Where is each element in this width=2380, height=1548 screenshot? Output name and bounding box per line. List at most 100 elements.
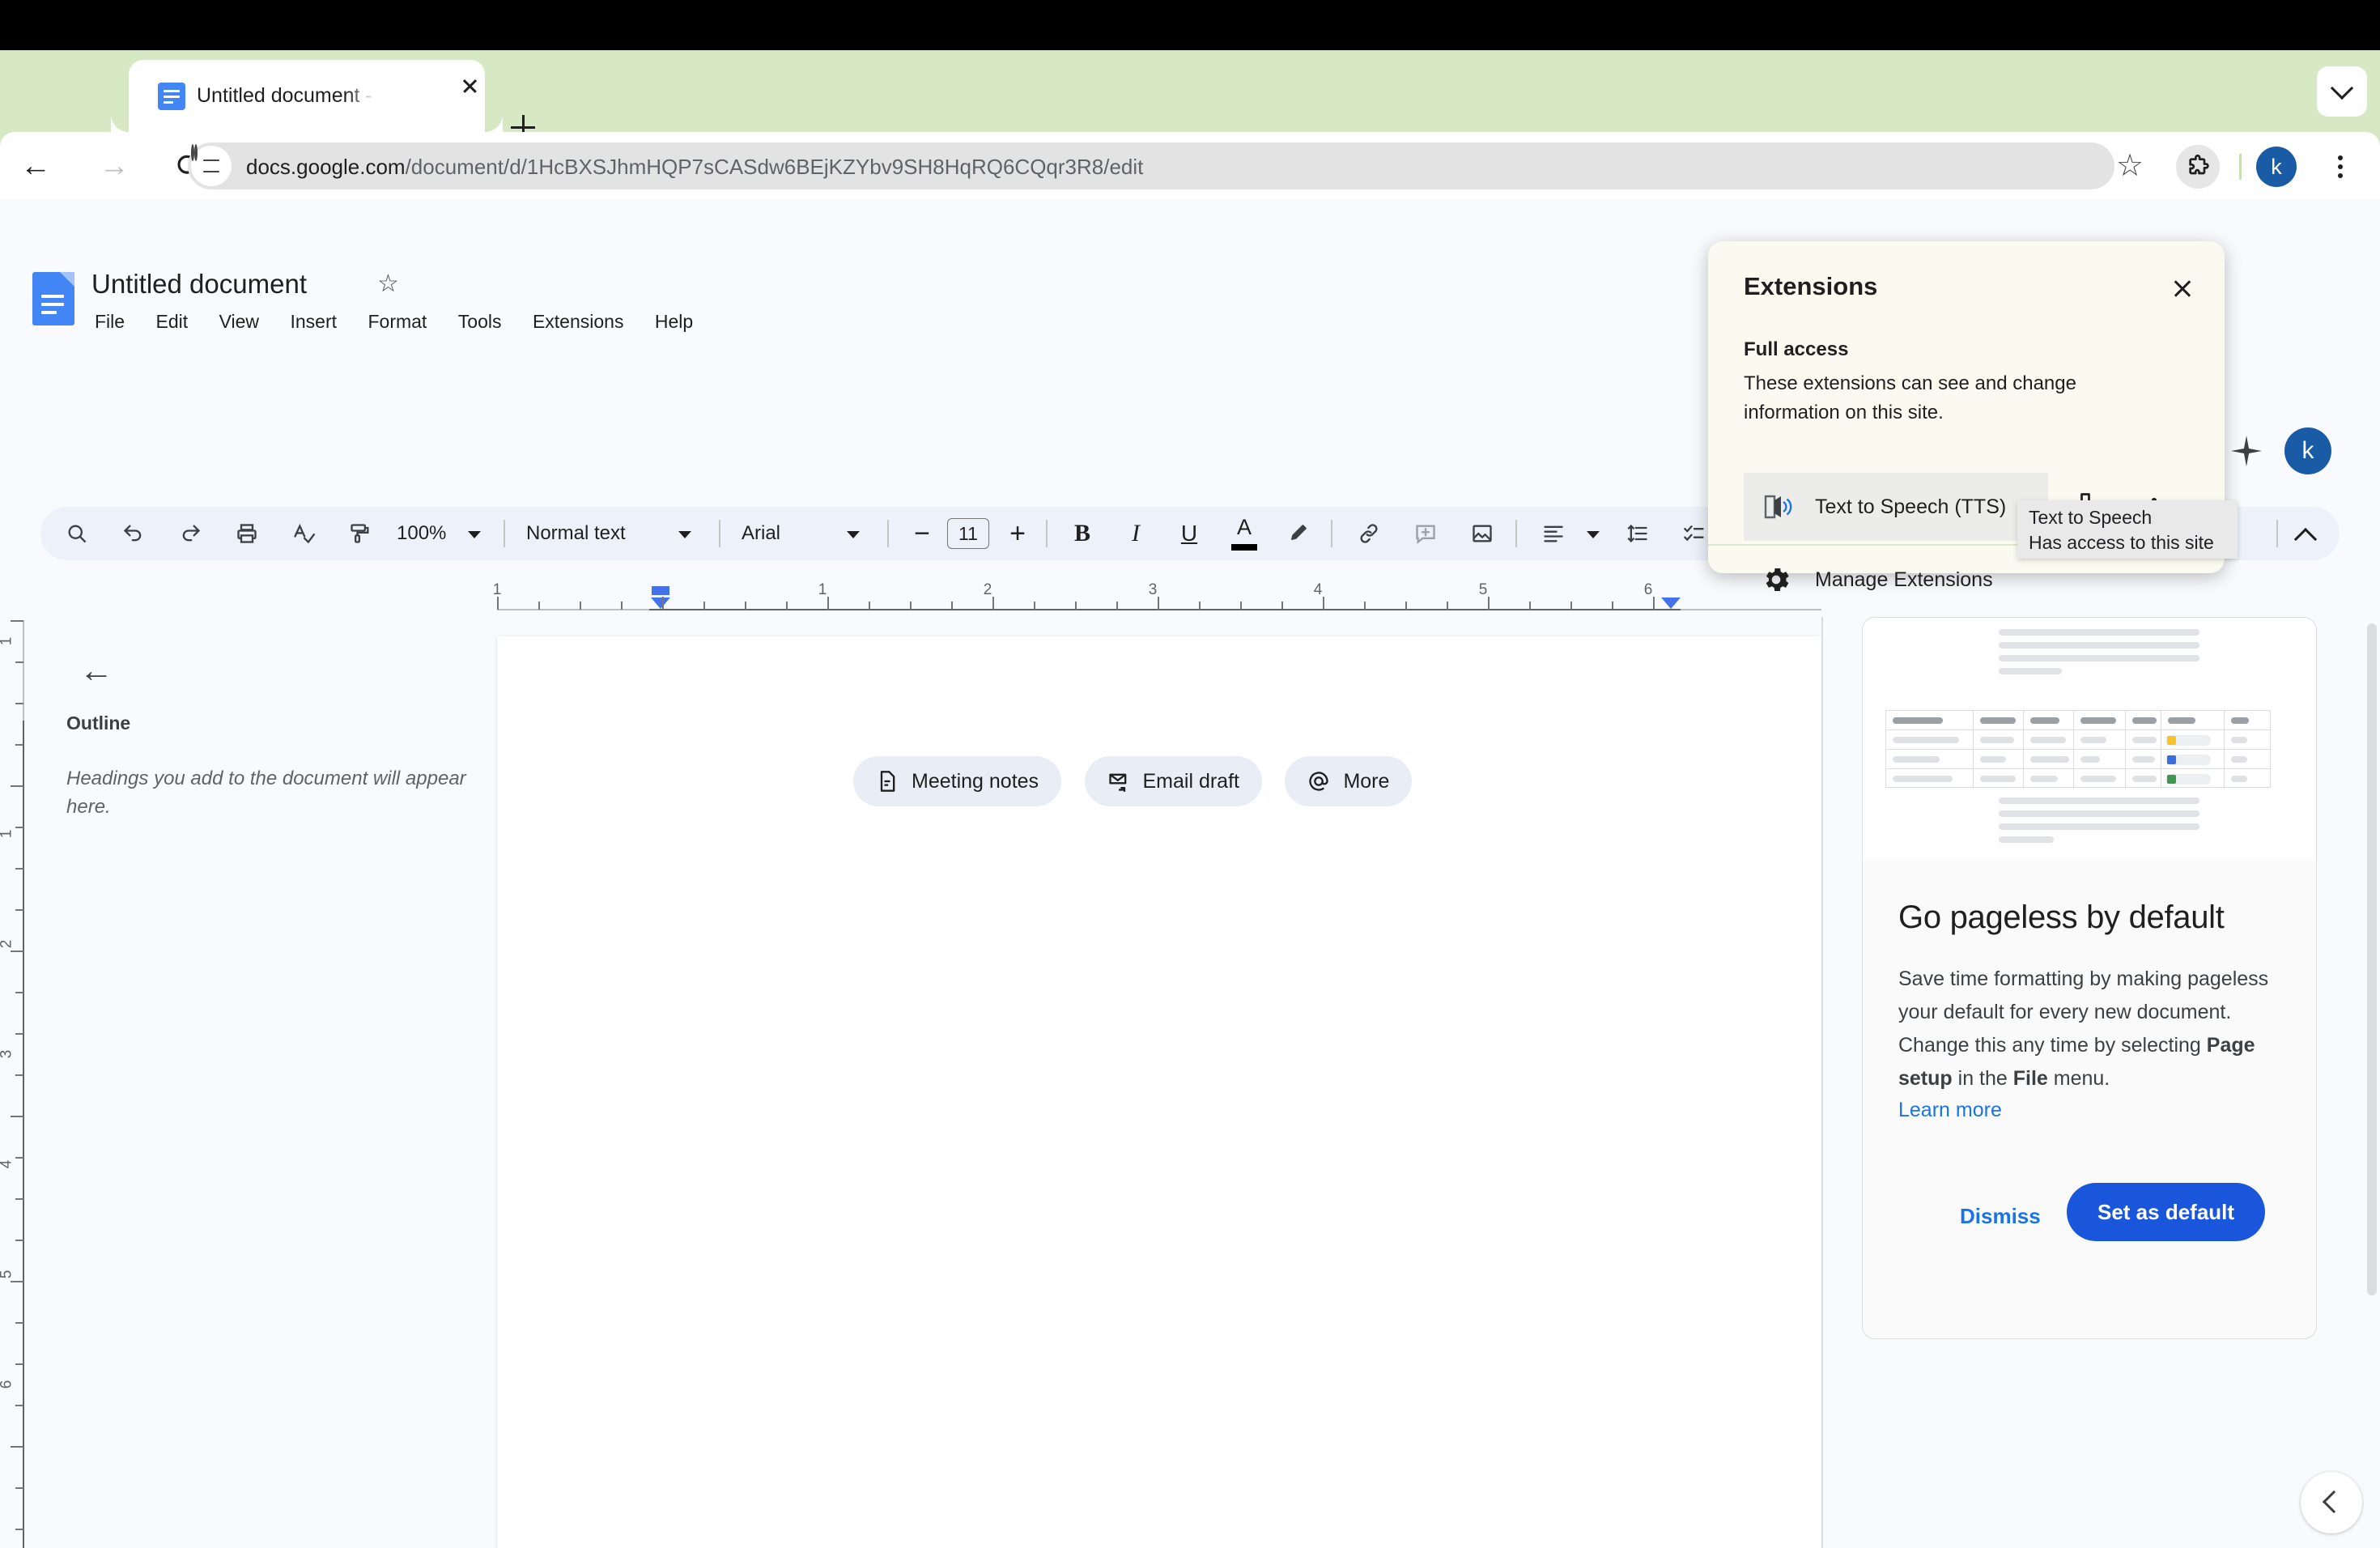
add-comment-icon[interactable] xyxy=(1404,512,1447,555)
divider xyxy=(1821,617,1823,1548)
font-family-value[interactable]: Arial xyxy=(742,512,780,555)
profile-avatar[interactable]: k xyxy=(2256,147,2297,187)
window-restore-button[interactable] xyxy=(2317,66,2367,117)
link-icon[interactable] xyxy=(1347,512,1391,555)
ruler-tick xyxy=(15,992,23,993)
menu-item-edit[interactable]: Edit xyxy=(142,307,202,336)
bold-button[interactable]: B xyxy=(1064,512,1101,555)
site-info-icon[interactable] xyxy=(191,144,232,186)
url-host: docs.google.com xyxy=(246,155,406,179)
left-indent-top-marker[interactable] xyxy=(652,586,669,595)
spellcheck-icon[interactable] xyxy=(282,512,325,555)
search-icon[interactable] xyxy=(55,512,99,555)
left-indent-marker[interactable] xyxy=(651,598,670,609)
forward-button[interactable]: → xyxy=(99,148,134,184)
promo-desc-part2: in the xyxy=(1952,1067,2013,1090)
document-scrollbar-track[interactable] xyxy=(2364,617,2380,1548)
font-size-decrease-button[interactable]: − xyxy=(903,512,941,555)
menu-item-tools[interactable]: Tools xyxy=(444,307,516,336)
chevron-left-icon xyxy=(2322,1490,2346,1514)
at-sign-icon xyxy=(1309,772,1329,791)
ruler-tick xyxy=(11,1281,23,1282)
panel-collapse-button[interactable] xyxy=(2301,1472,2362,1533)
learn-more-link[interactable]: Learn more xyxy=(1898,1099,2002,1122)
highlighter-icon[interactable] xyxy=(1276,512,1320,555)
arrow-left-icon: ← xyxy=(20,149,51,183)
align-chevron-down-icon[interactable] xyxy=(1587,531,1600,538)
font-size-increase-button[interactable]: + xyxy=(999,512,1036,555)
menu-item-view[interactable]: View xyxy=(206,307,273,336)
ruler-tick xyxy=(1116,602,1118,610)
print-icon[interactable] xyxy=(225,512,269,555)
paint-format-icon[interactable] xyxy=(338,512,382,555)
ruler-tick xyxy=(15,661,23,663)
extensions-puzzle-icon[interactable] xyxy=(2176,145,2220,189)
arrow-right-icon: → xyxy=(99,149,130,183)
line-spacing-icon[interactable] xyxy=(1616,512,1660,555)
paragraph-style-value[interactable]: Normal text xyxy=(526,512,626,555)
document-canvas[interactable]: Meeting notes Email draft More xyxy=(497,636,1821,1548)
docs-account-avatar[interactable]: k xyxy=(2284,427,2331,474)
ruler-number: 1 xyxy=(818,581,827,598)
underline-button[interactable]: U xyxy=(1171,512,1208,555)
gemini-spark-icon[interactable] xyxy=(2225,429,2268,473)
ruler-tick xyxy=(951,602,953,610)
chip-meeting-notes[interactable]: Meeting notes xyxy=(853,756,1062,806)
browser-tab[interactable]: Untitled document - Google D xyxy=(129,60,503,132)
chip-email-draft[interactable]: Email draft xyxy=(1084,756,1262,806)
right-indent-marker[interactable] xyxy=(1661,598,1681,609)
extension-tooltip: Text to Speech Has access to this site xyxy=(2017,500,2238,559)
menu-item-extensions[interactable]: Extensions xyxy=(519,307,638,336)
ruler-tick xyxy=(15,1240,23,1241)
menu-item-help[interactable]: Help xyxy=(641,307,707,336)
arrow-left-icon: ← xyxy=(79,651,113,689)
menu-item-insert[interactable]: Insert xyxy=(277,307,351,336)
ruler-tick xyxy=(662,597,664,610)
font-chevron-down-icon[interactable] xyxy=(847,531,860,538)
document-scrollbar-thumb[interactable] xyxy=(2367,623,2377,1295)
zoom-level-value[interactable]: 100% xyxy=(397,512,446,555)
star-document-icon[interactable]: ☆ xyxy=(377,270,406,299)
insert-image-icon[interactable] xyxy=(1460,512,1504,555)
outline-back-button[interactable]: ← xyxy=(79,649,121,691)
set-as-default-button[interactable]: Set as default xyxy=(2067,1183,2266,1241)
pageless-promo-card: Go pageless by default Save time formatt… xyxy=(1862,617,2317,1339)
ruler-tick xyxy=(15,827,23,828)
menu-item-file[interactable]: File xyxy=(95,307,138,336)
vertical-ruler[interactable]: 1 1 2 3 4 5 6 xyxy=(0,617,31,1548)
bookmark-star-icon[interactable]: ☆ xyxy=(2116,149,2150,183)
ruler-tick xyxy=(15,744,23,746)
italic-button[interactable]: I xyxy=(1117,512,1154,555)
ruler-tick xyxy=(497,597,499,610)
google-docs-logo-icon[interactable] xyxy=(32,272,74,325)
font-size-input[interactable]: 11 xyxy=(947,518,989,549)
text-color-button[interactable]: A xyxy=(1224,512,1264,555)
back-button[interactable]: ← xyxy=(20,148,56,184)
ruler-number: 4 xyxy=(1313,581,1323,598)
address-bar[interactable]: docs.google.com/document/d/1HcBXSJhmHQP7… xyxy=(188,142,2114,189)
document-icon xyxy=(880,771,895,792)
ruler-tick xyxy=(15,868,23,870)
ruler-number: 5 xyxy=(1478,581,1488,598)
promo-description: Save time formatting by making pageless … xyxy=(1898,963,2279,1095)
ruler-tick xyxy=(1199,602,1201,610)
redo-icon[interactable] xyxy=(168,512,212,555)
ruler-tick xyxy=(1447,602,1448,610)
divider xyxy=(1331,520,1332,547)
ruler-tick xyxy=(15,1529,23,1530)
align-left-icon[interactable] xyxy=(1532,512,1575,555)
zoom-chevron-down-icon[interactable] xyxy=(468,531,481,538)
style-chevron-down-icon[interactable] xyxy=(678,531,691,538)
ruler-tick xyxy=(1240,602,1242,610)
tab-close-icon[interactable] xyxy=(454,70,485,101)
menu-item-format[interactable]: Format xyxy=(354,307,440,336)
chip-more[interactable]: More xyxy=(1285,756,1413,806)
ruler-tick xyxy=(1570,602,1572,610)
ruler-tick xyxy=(1034,602,1035,610)
dismiss-button[interactable]: Dismiss xyxy=(1942,1191,2059,1241)
close-icon[interactable] xyxy=(2165,270,2200,306)
undo-icon[interactable] xyxy=(112,512,155,555)
chrome-menu-icon[interactable] xyxy=(2320,147,2361,187)
toolbar-collapse-button[interactable] xyxy=(2284,512,2328,555)
document-title[interactable]: Untitled document xyxy=(91,269,307,300)
